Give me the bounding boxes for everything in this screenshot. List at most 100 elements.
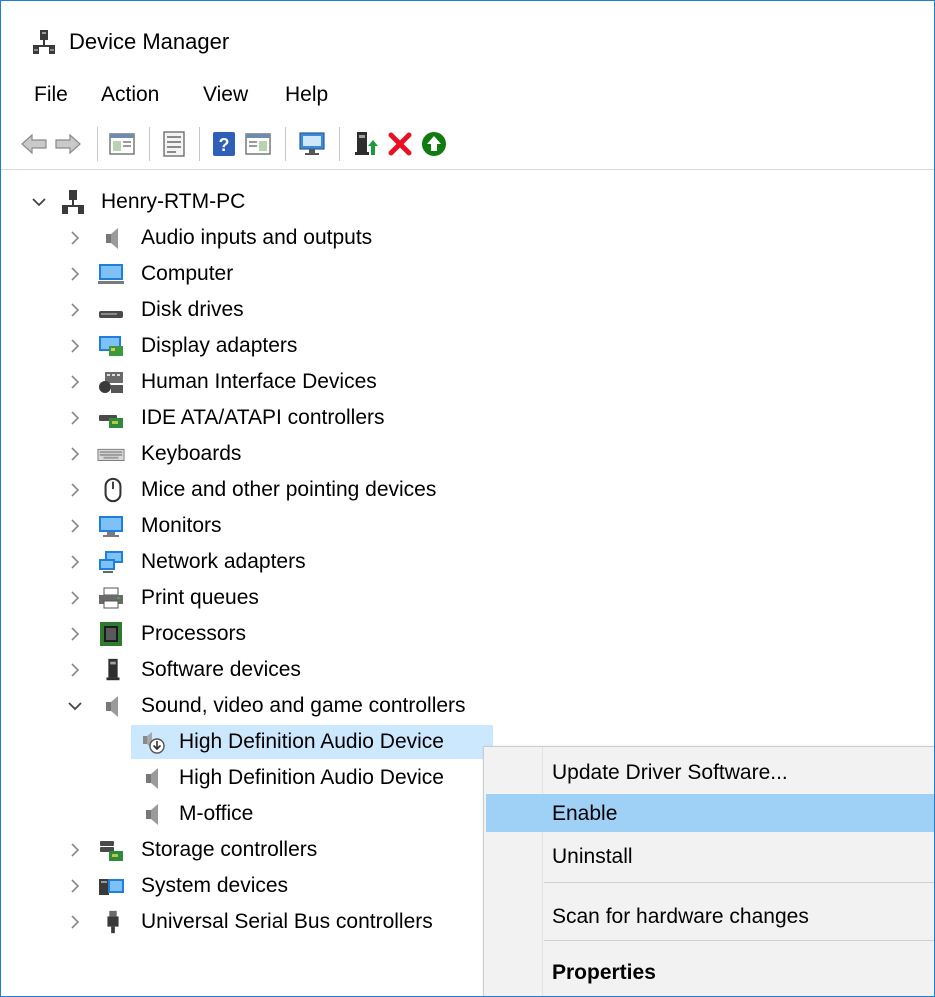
tree-category-audio-inputs-outputs[interactable]: Audio inputs and outputs (1, 221, 501, 255)
show-action-pane-icon[interactable] (243, 129, 273, 159)
tree-category-network-adapters[interactable]: Network adapters (1, 545, 501, 579)
tree-root-node[interactable]: Henry-RTM-PC (1, 185, 301, 219)
chevron-right-icon[interactable] (65, 516, 85, 536)
network-adapter-icon (99, 551, 123, 573)
tree-category-display-adapters[interactable]: Display adapters (1, 329, 501, 363)
tree-category-disk-drives[interactable]: Disk drives (1, 293, 501, 327)
category-label: Mice and other pointing devices (141, 478, 437, 501)
processor-icon (100, 622, 122, 646)
chevron-right-icon[interactable] (65, 840, 85, 860)
chevron-right-icon[interactable] (65, 336, 85, 356)
svg-text:?: ? (219, 135, 230, 155)
storage-controller-icon (100, 841, 123, 861)
tree-category-ide-controllers[interactable]: IDE ATA/ATAPI controllers (1, 401, 501, 435)
category-label: Universal Serial Bus controllers (141, 910, 433, 933)
computer-tree-icon (62, 190, 84, 214)
disabled-audio-device-icon (143, 732, 165, 754)
chevron-right-icon[interactable] (65, 408, 85, 428)
properties-icon[interactable] (159, 129, 189, 159)
tree-device-m-office[interactable]: M-office (131, 797, 493, 831)
tree-category-keyboards[interactable]: Keyboards (1, 437, 501, 471)
keyboard-icon (97, 448, 125, 461)
chevron-right-icon[interactable] (65, 876, 85, 896)
device-manager-window: Device Manager File Action View Help ? H… (0, 0, 935, 997)
tree-device-hd-audio-1[interactable]: High Definition Audio Device (131, 725, 493, 759)
mouse-icon (104, 477, 122, 503)
toolbar-separator (149, 127, 150, 161)
category-label: Print queues (141, 586, 259, 609)
update-driver-icon[interactable] (351, 129, 381, 159)
tree-category-storage-controllers[interactable]: Storage controllers (1, 833, 481, 867)
category-label: Computer (141, 262, 234, 285)
chevron-right-icon[interactable] (65, 912, 85, 932)
context-menu-item-label: Scan for hardware changes (552, 905, 809, 928)
device-manager-icon (33, 30, 55, 54)
tree-category-usb-controllers[interactable]: Universal Serial Bus controllers (1, 905, 481, 939)
category-label: Display adapters (141, 334, 298, 357)
chevron-right-icon[interactable] (65, 300, 85, 320)
context-menu-enable[interactable]: Enable (486, 794, 934, 832)
category-label: Network adapters (141, 550, 306, 573)
chevron-right-icon[interactable] (65, 264, 85, 284)
display-adapter-icon (99, 336, 123, 356)
tree-category-computer[interactable]: Computer (1, 257, 501, 291)
tree-category-processors[interactable]: Processors (1, 617, 501, 651)
forward-arrow-icon[interactable] (53, 129, 83, 159)
tree-category-hid[interactable]: Human Interface Devices (1, 365, 501, 399)
uninstall-device-icon[interactable] (385, 129, 415, 159)
software-device-icon (106, 658, 120, 681)
chevron-right-icon[interactable] (65, 660, 85, 680)
usb-icon (107, 910, 119, 934)
chevron-right-icon[interactable] (65, 624, 85, 644)
chevron-right-icon[interactable] (65, 480, 85, 500)
enable-device-icon[interactable] (419, 129, 449, 159)
monitor-icon (99, 516, 123, 537)
chevron-right-icon[interactable] (65, 588, 85, 608)
system-devices-icon (99, 879, 124, 895)
show-hide-console-tree-icon[interactable] (107, 129, 137, 159)
scan-for-hardware-changes-icon[interactable] (297, 129, 327, 159)
tree-category-mice[interactable]: Mice and other pointing devices (1, 473, 521, 507)
tree-category-sound-video-game[interactable]: Sound, video and game controllers (1, 689, 541, 723)
tree-device-hd-audio-2[interactable]: High Definition Audio Device (131, 761, 493, 795)
context-menu-properties[interactable]: Properties (486, 953, 934, 991)
toolbar-separator (339, 127, 340, 161)
title-bar: Device Manager (1, 1, 934, 71)
chevron-right-icon[interactable] (65, 228, 85, 248)
category-label: IDE ATA/ATAPI controllers (141, 406, 385, 429)
menu-help[interactable]: Help (285, 83, 328, 107)
tree-category-system-devices[interactable]: System devices (1, 869, 481, 903)
menu-action[interactable]: Action (101, 83, 159, 107)
category-label: Sound, video and game controllers (141, 694, 466, 717)
menu-view[interactable]: View (203, 83, 248, 107)
window-title: Device Manager (69, 29, 230, 54)
category-label: Storage controllers (141, 838, 318, 861)
menu-file[interactable]: File (34, 83, 68, 107)
tree-category-print-queues[interactable]: Print queues (1, 581, 501, 615)
context-menu-item-label: Enable (552, 802, 618, 825)
chevron-down-icon[interactable] (65, 696, 85, 716)
speaker-icon (106, 696, 118, 717)
context-menu-separator (544, 882, 934, 883)
category-label: Monitors (141, 514, 222, 537)
chevron-right-icon[interactable] (65, 552, 85, 572)
chevron-right-icon[interactable] (65, 372, 85, 392)
context-menu-uninstall[interactable]: Uninstall (486, 837, 934, 875)
tree-category-software-devices[interactable]: Software devices (1, 653, 501, 687)
printer-icon (99, 587, 123, 609)
chevron-right-icon[interactable] (65, 444, 85, 464)
speaker-icon (146, 804, 158, 825)
back-arrow-icon[interactable] (19, 129, 49, 159)
toolbar-separator (97, 127, 98, 161)
tree-category-monitors[interactable]: Monitors (1, 509, 501, 543)
help-icon[interactable]: ? (209, 129, 239, 159)
context-menu-update-driver[interactable]: Update Driver Software... (486, 753, 934, 791)
context-menu-scan-hardware[interactable]: Scan for hardware changes (486, 897, 934, 935)
device-label: High Definition Audio Device (179, 730, 444, 753)
context-menu: Update Driver Software... Enable Uninsta… (483, 746, 934, 996)
category-label: Keyboards (141, 442, 242, 465)
category-label: Software devices (141, 658, 301, 681)
category-label: Disk drives (141, 298, 244, 321)
speaker-icon (106, 228, 118, 249)
chevron-down-icon[interactable] (29, 192, 49, 212)
